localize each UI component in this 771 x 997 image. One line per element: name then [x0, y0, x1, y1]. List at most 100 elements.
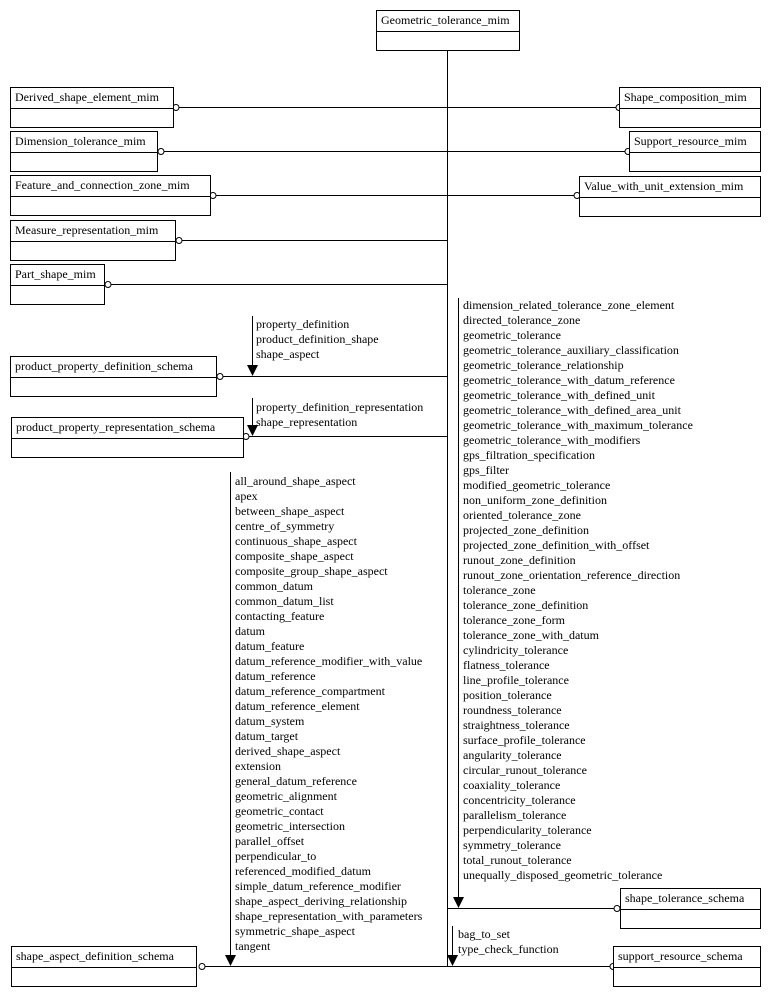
- list-item: datum_reference_element: [235, 699, 360, 713]
- schema-box-support-resource-mim[interactable]: Support_resource_mim: [629, 131, 761, 172]
- schema-box-part-shape-mim[interactable]: Part_shape_mim: [10, 264, 105, 305]
- list-item: geometric_tolerance_with_maximum_toleran…: [463, 418, 693, 432]
- list-item: shape_aspect_deriving_relationship: [235, 894, 407, 908]
- list-item: product_definition_shape: [256, 332, 379, 346]
- list-item: runout_zone_definition: [463, 553, 576, 567]
- list-item: geometric_tolerance_with_defined_unit: [463, 388, 655, 402]
- list-item: cylindricity_tolerance: [463, 643, 569, 657]
- schema-box-shape-tolerance-schema[interactable]: shape_tolerance_schema: [620, 888, 761, 929]
- list-item: position_tolerance: [463, 688, 552, 702]
- list-item: non_uniform_zone_definition: [463, 493, 607, 507]
- list-item: apex: [235, 489, 258, 503]
- schema-title: Measure_representation_mim: [11, 221, 175, 242]
- list-item: coaxiality_tolerance: [463, 778, 561, 792]
- list-item: geometric_tolerance_auxiliary_classifica…: [463, 343, 679, 357]
- schema-box-shape-aspect-definition-schema[interactable]: shape_aspect_definition_schema: [11, 946, 197, 987]
- list-item: symmetry_tolerance: [463, 838, 561, 852]
- schema-title: shape_aspect_definition_schema: [12, 947, 196, 968]
- list-item: surface_profile_tolerance: [463, 733, 586, 747]
- list-item: common_datum: [235, 579, 313, 593]
- schema-title: Support_resource_mim: [630, 132, 760, 153]
- list-item: tolerance_zone_form: [463, 613, 565, 627]
- list-item: geometric_contact: [235, 804, 324, 818]
- list-item: centre_of_symmetry: [235, 519, 335, 533]
- list-item: tolerance_zone_definition: [463, 598, 589, 612]
- list-item: symmetric_shape_aspect: [235, 924, 355, 938]
- connector-circle: [216, 373, 224, 380]
- list-item: simple_datum_reference_modifier: [235, 879, 401, 893]
- schema-box-geometric-tolerance-mim[interactable]: Geometric_tolerance_mim: [376, 10, 520, 51]
- list-item: property_definition: [256, 317, 350, 331]
- schema-box-dimension-tolerance-mim[interactable]: Dimension_tolerance_mim: [10, 131, 158, 172]
- list-item: all_around_shape_aspect: [235, 474, 356, 488]
- list-item: type_check_function: [458, 942, 559, 956]
- schema-title: Part_shape_mim: [11, 265, 104, 286]
- arrowhead-sad: [225, 955, 236, 966]
- list-item: angularity_tolerance: [463, 748, 562, 762]
- list-item: shape_representation: [256, 415, 358, 429]
- schema-title: support_resource_schema: [614, 947, 760, 968]
- list-item: flatness_tolerance: [463, 658, 550, 672]
- schema-title: product_property_representation_schema: [12, 418, 243, 439]
- list-item: geometric_tolerance_relationship: [463, 358, 624, 372]
- list-item: composite_shape_aspect: [235, 549, 354, 563]
- schema-box-shape-composition-mim[interactable]: Shape_composition_mim: [619, 87, 761, 128]
- list-item: geometric_tolerance_with_datum_reference: [463, 373, 675, 387]
- arrowhead-st: [453, 897, 464, 908]
- list-item: tolerance_zone_with_datum: [463, 628, 599, 642]
- schema-box-feature-and-connection-zone-mim[interactable]: Feature_and_connection_zone_mim: [10, 175, 211, 216]
- schema-box-measure-representation-mim[interactable]: Measure_representation_mim: [10, 220, 176, 261]
- list-item: geometric_alignment: [235, 789, 337, 803]
- list-item: perpendicularity_tolerance: [463, 823, 592, 837]
- list-item: projected_zone_definition_with_offset: [463, 538, 650, 552]
- connector-circle: [198, 963, 206, 970]
- schema-title: Geometric_tolerance_mim: [377, 11, 519, 32]
- list-item: perpendicular_to: [235, 849, 317, 863]
- list-item: unequally_disposed_geometric_tolerance: [463, 868, 663, 882]
- list-item: datum_reference_compartment: [235, 684, 385, 698]
- connector-circle: [104, 281, 112, 288]
- list-item: geometric_intersection: [235, 819, 345, 833]
- list-item: projected_zone_definition: [463, 523, 589, 537]
- st-items-list: dimension_related_tolerance_zone_element…: [463, 298, 693, 883]
- schema-box-product-property-definition-schema[interactable]: product_property_definition_schema: [10, 356, 217, 397]
- ppd-items-list: property_definition product_definition_s…: [256, 317, 379, 362]
- list-item: referenced_modified_datum: [235, 864, 371, 878]
- list-item: runout_zone_orientation_reference_direct…: [463, 568, 681, 582]
- list-item: directed_tolerance_zone: [463, 313, 581, 327]
- list-item: concentricity_tolerance: [463, 793, 576, 807]
- list-item: property_definition_representation: [256, 400, 424, 414]
- list-item: oriented_tolerance_zone: [463, 508, 581, 522]
- list-item: datum_target: [235, 729, 299, 743]
- connector-circle: [175, 237, 183, 244]
- schema-box-product-property-representation-schema[interactable]: product_property_representation_schema: [11, 417, 244, 458]
- list-item: shape_aspect: [256, 347, 320, 361]
- list-item: datum_reference: [235, 669, 316, 683]
- list-item: continuous_shape_aspect: [235, 534, 357, 548]
- list-item: geometric_tolerance_with_modifiers: [463, 433, 641, 447]
- list-item: extension: [235, 759, 281, 773]
- list-item: parallel_offset: [235, 834, 305, 848]
- schema-title: Derived_shape_element_mim: [11, 88, 173, 109]
- list-item: roundness_tolerance: [463, 703, 562, 717]
- list-item: parallelism_tolerance: [463, 808, 567, 822]
- schema-title: shape_tolerance_schema: [621, 889, 760, 910]
- list-item: contacting_feature: [235, 609, 325, 623]
- schema-title: Dimension_tolerance_mim: [11, 132, 157, 153]
- schema-title: product_property_definition_schema: [11, 357, 216, 378]
- list-item: tangent: [235, 939, 271, 953]
- schema-title: Feature_and_connection_zone_mim: [11, 176, 210, 197]
- ppr-items-list: property_definition_representation shape…: [256, 400, 423, 430]
- schema-title: Value_with_unit_extension_mim: [580, 177, 760, 198]
- schema-box-value-with-unit-extension-mim[interactable]: Value_with_unit_extension_mim: [579, 176, 761, 217]
- list-item: between_shape_aspect: [235, 504, 345, 518]
- list-item: total_runout_tolerance: [463, 853, 572, 867]
- schema-box-support-resource-schema[interactable]: support_resource_schema: [613, 946, 761, 987]
- sad-items-list: all_around_shape_aspect apex between_shape…: [235, 474, 422, 954]
- list-item: composite_group_shape_aspect: [235, 564, 388, 578]
- srs-items-list: bag_to_set type_check_function: [458, 927, 559, 957]
- list-item: straightness_tolerance: [463, 718, 570, 732]
- schema-box-derived-shape-element-mim[interactable]: Derived_shape_element_mim: [10, 87, 174, 128]
- list-item: dimension_related_tolerance_zone_element: [463, 298, 675, 312]
- connector-circle: [157, 148, 165, 155]
